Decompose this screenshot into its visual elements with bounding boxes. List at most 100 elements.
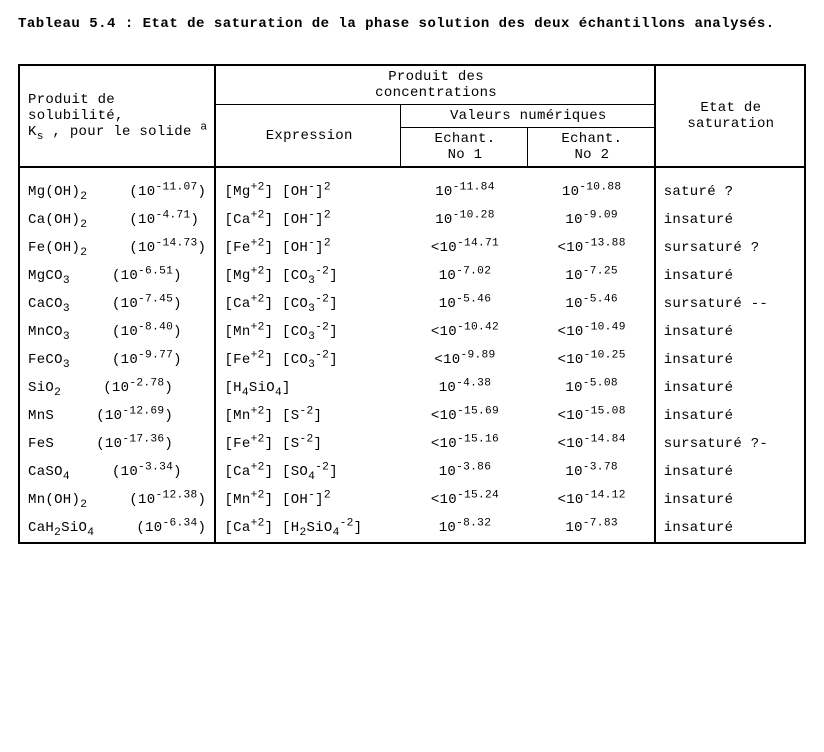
ks-value: (10-7.45) [96,296,182,312]
ks-value: (10-8.40) [96,324,182,340]
cell-compound-ks: Mn(OH)2 (10-12.38) [19,486,215,514]
cell-value-1: 10-7.02 [400,262,527,290]
cell-compound-ks: MnS (10-12.69) [19,402,215,430]
cell-value-1: <10-15.16 [400,430,527,458]
compound: FeCO3 [28,352,70,368]
ks-value: (10-9.77) [96,352,182,368]
cell-state: insaturé [655,514,805,543]
cell-expression: [Fe+2] [CO3-2] [215,346,400,374]
header-values: Valeurs numériques [400,105,654,128]
cell-value-1: 10-5.46 [400,290,527,318]
table-row: Ca(OH)2 (10-4.71)[Ca+2] [OH-]210-10.2810… [19,206,805,234]
cell-expression: [Ca+2] [SO4-2] [215,458,400,486]
cell-expression: [Mn+2] [CO3-2] [215,318,400,346]
ks-value: (10-6.51) [96,268,182,284]
cell-expression: [Ca+2] [H2SiO4-2] [215,514,400,543]
cell-compound-ks: MnCO3 (10-8.40) [19,318,215,346]
cell-value-2: <10-10.25 [528,346,655,374]
cell-value-2: <10-14.12 [528,486,655,514]
cell-compound-ks: Mg(OH)2 (10-11.07) [19,178,215,206]
table-row: MgCO3 (10-6.51)[Mg+2] [CO3-2]10-7.0210-7… [19,262,805,290]
cell-state: sursaturé ? [655,234,805,262]
cell-expression: [Mg+2] [OH-]2 [215,178,400,206]
cell-state: sursaturé -- [655,290,805,318]
cell-expression: [Mn+2] [OH-]2 [215,486,400,514]
cell-value-1: <10-9.89 [400,346,527,374]
cell-state: insaturé [655,486,805,514]
cell-expression: [Mg+2] [CO3-2] [215,262,400,290]
ks-value: (10-14.73) [113,240,206,256]
cell-value-2: 10-7.25 [528,262,655,290]
header-echant-1: Echant. No 1 [400,128,527,168]
compound: MnS [28,408,54,424]
cell-state: insaturé [655,402,805,430]
header-echant-2: Echant. No 2 [528,128,655,168]
table-row: CaSO4 (10-3.34)[Ca+2] [SO4-2]10-3.8610-3… [19,458,805,486]
cell-value-1: 10-4.38 [400,374,527,402]
cell-compound-ks: Fe(OH)2 (10-14.73) [19,234,215,262]
cell-compound-ks: Ca(OH)2 (10-4.71) [19,206,215,234]
cell-state: insaturé [655,458,805,486]
cell-compound-ks: FeCO3 (10-9.77) [19,346,215,374]
cell-value-2: <10-10.49 [528,318,655,346]
cell-value-2: 10-7.83 [528,514,655,543]
ks-value: (10-12.38) [113,492,206,508]
cell-value-1: <10-15.24 [400,486,527,514]
header-expression: Expression [215,105,400,168]
cell-value-1: <10-15.69 [400,402,527,430]
cell-value-2: 10-10.88 [528,178,655,206]
compound: Ca(OH)2 [28,212,87,228]
saturation-table: Produit de solubilité,Ks , pour le solid… [18,64,806,544]
compound: CaSO4 [28,464,70,480]
header-solubility: Produit de solubilité,Ks , pour le solid… [19,65,215,167]
ks-value: (10-17.36) [80,436,173,452]
compound: CaCO3 [28,296,70,312]
cell-value-2: <10-14.84 [528,430,655,458]
ks-value: (10-11.07) [113,184,206,200]
compound: Fe(OH)2 [28,240,87,256]
table-row: FeCO3 (10-9.77)[Fe+2] [CO3-2]<10-9.89<10… [19,346,805,374]
cell-value-1: <10-14.71 [400,234,527,262]
table-row: FeS (10-17.36)[Fe+2] [S-2]<10-15.16<10-1… [19,430,805,458]
table-row: CaH2SiO4 (10-6.34)[Ca+2] [H2SiO4-2]10-8.… [19,514,805,543]
ks-value: (10-4.71) [113,212,199,228]
cell-value-2: 10-5.46 [528,290,655,318]
cell-value-1: <10-10.42 [400,318,527,346]
cell-state: insaturé [655,318,805,346]
table-row: MnS (10-12.69)[Mn+2] [S-2]<10-15.69<10-1… [19,402,805,430]
compound: FeS [28,436,54,452]
cell-value-2: 10-5.08 [528,374,655,402]
ks-value: (10-2.78) [87,380,173,396]
compound: CaH2SiO4 [28,520,94,536]
cell-value-1: 10-11.84 [400,178,527,206]
compound: Mn(OH)2 [28,492,87,508]
cell-state: saturé ? [655,178,805,206]
header-concentrations: Produit des concentrations [215,65,654,105]
table-row: Fe(OH)2 (10-14.73)[Fe+2] [OH-]2<10-14.71… [19,234,805,262]
table-row: CaCO3 (10-7.45)[Ca+2] [CO3-2]10-5.4610-5… [19,290,805,318]
cell-expression: [Ca+2] [OH-]2 [215,206,400,234]
table-row: MnCO3 (10-8.40)[Mn+2] [CO3-2]<10-10.42<1… [19,318,805,346]
cell-compound-ks: CaSO4 (10-3.34) [19,458,215,486]
cell-value-1: 10-3.86 [400,458,527,486]
cell-expression: [Ca+2] [CO3-2] [215,290,400,318]
table-body: Mg(OH)2 (10-11.07)[Mg+2] [OH-]210-11.841… [19,178,805,543]
cell-value-2: 10-3.78 [528,458,655,486]
cell-state: insaturé [655,206,805,234]
cell-compound-ks: CaH2SiO4 (10-6.34) [19,514,215,543]
compound: SiO2 [28,380,61,396]
compound: MnCO3 [28,324,70,340]
cell-expression: [Mn+2] [S-2] [215,402,400,430]
cell-expression: [H4SiO4] [215,374,400,402]
table-caption: Tableau 5.4 : Etat de saturation de la p… [18,16,806,32]
ks-value: (10-12.69) [80,408,173,424]
cell-expression: [Fe+2] [OH-]2 [215,234,400,262]
ks-value: (10-3.34) [96,464,182,480]
table-row: SiO2 (10-2.78)[H4SiO4]10-4.3810-5.08insa… [19,374,805,402]
cell-compound-ks: MgCO3 (10-6.51) [19,262,215,290]
cell-compound-ks: FeS (10-17.36) [19,430,215,458]
cell-value-1: 10-8.32 [400,514,527,543]
table-row: Mn(OH)2 (10-12.38)[Mn+2] [OH-]2<10-15.24… [19,486,805,514]
cell-value-2: <10-13.88 [528,234,655,262]
cell-state: insaturé [655,346,805,374]
